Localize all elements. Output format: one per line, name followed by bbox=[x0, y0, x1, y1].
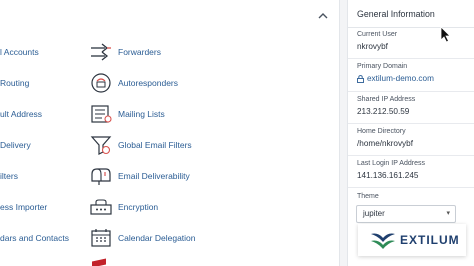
lock-icon bbox=[357, 74, 364, 83]
encryption-link[interactable]: Encryption bbox=[88, 194, 158, 220]
divider bbox=[348, 91, 474, 92]
email-routing-link[interactable]: Routing bbox=[0, 70, 29, 96]
encryption-label: Encryption bbox=[118, 202, 159, 212]
shared-ip-value: 213.212.50.59 bbox=[357, 107, 410, 116]
autoresponders-label: Autoresponders bbox=[118, 78, 179, 88]
track-delivery-label: Delivery bbox=[0, 140, 31, 150]
divider bbox=[348, 155, 474, 156]
divider bbox=[348, 58, 474, 59]
email-accounts-label: l Accounts bbox=[0, 47, 39, 57]
forwarders-icon bbox=[88, 39, 114, 65]
current-user-label: Current User bbox=[357, 31, 398, 38]
email-deliverability-label: Email Deliverability bbox=[118, 171, 190, 181]
global-email-filters-label: Global Email Filters bbox=[118, 140, 192, 150]
email-filters-link[interactable]: ilters bbox=[0, 163, 18, 189]
primary-domain-link[interactable]: extilum-demo.com bbox=[357, 74, 434, 83]
global-email-filters-link[interactable]: Global Email Filters bbox=[88, 132, 192, 158]
theme-select[interactable]: jupiter ▾ bbox=[356, 205, 456, 223]
default-address-label: ult Address bbox=[0, 109, 43, 119]
home-directory-value: /home/nkrovybf bbox=[357, 139, 413, 148]
theme-select-value: jupiter bbox=[363, 209, 385, 218]
track-delivery-link[interactable]: Delivery bbox=[0, 132, 31, 158]
theme-block: Theme bbox=[357, 193, 379, 200]
next-icon-partial bbox=[92, 258, 106, 266]
last-login-value: 141.136.161.245 bbox=[357, 171, 419, 180]
home-directory-block: Home Directory /home/nkrovybf bbox=[357, 128, 413, 148]
collapse-section-button[interactable] bbox=[316, 8, 330, 22]
calendar-icon bbox=[88, 225, 114, 251]
forwarders-link[interactable]: Forwarders bbox=[88, 39, 161, 65]
email-section-panel: l Accounts Routing ult Address Delivery … bbox=[0, 0, 340, 266]
calendars-contacts-label: dars and Contacts bbox=[0, 233, 69, 243]
current-user-value: nkrovybf bbox=[357, 42, 388, 51]
extilum-logo-card: EXTILUM bbox=[358, 224, 466, 256]
extilum-logo-text: EXTILUM bbox=[400, 233, 460, 247]
email-filters-icon bbox=[88, 132, 114, 158]
theme-label: Theme bbox=[357, 193, 379, 200]
last-login-block: Last Login IP Address 141.136.161.245 bbox=[357, 160, 425, 180]
mailing-lists-link[interactable]: Mailing Lists bbox=[88, 101, 165, 127]
home-directory-label: Home Directory bbox=[357, 128, 406, 135]
primary-domain-value: extilum-demo.com bbox=[367, 74, 434, 83]
calendar-delegation-link[interactable]: Calendar Delegation bbox=[88, 225, 196, 251]
mouse-cursor-icon bbox=[440, 26, 451, 43]
mailing-lists-label: Mailing Lists bbox=[118, 109, 165, 119]
calendar-delegation-label: Calendar Delegation bbox=[118, 233, 196, 243]
calendars-contacts-link[interactable]: dars and Contacts bbox=[0, 225, 69, 251]
email-routing-label: Routing bbox=[0, 78, 30, 88]
primary-domain-label: Primary Domain bbox=[357, 63, 408, 70]
last-login-label: Last Login IP Address bbox=[357, 160, 425, 167]
encryption-icon bbox=[88, 194, 114, 220]
general-information-title: General Information bbox=[348, 0, 474, 28]
divider bbox=[348, 123, 474, 124]
default-address-link[interactable]: ult Address bbox=[0, 101, 42, 127]
forwarders-label: Forwarders bbox=[118, 47, 161, 57]
current-user-block: Current User nkrovybf bbox=[357, 31, 397, 51]
mailing-lists-icon bbox=[88, 101, 114, 127]
shared-ip-block: Shared IP Address 213.212.50.59 bbox=[357, 96, 415, 116]
autoresponders-icon bbox=[88, 70, 114, 96]
email-filters-label: ilters bbox=[0, 171, 18, 181]
primary-domain-block: Primary Domain extilum-demo.com bbox=[357, 63, 434, 83]
extilum-logo-icon bbox=[371, 233, 395, 249]
email-accounts-link[interactable]: l Accounts bbox=[0, 39, 39, 65]
email-deliverability-link[interactable]: Email Deliverability bbox=[88, 163, 190, 189]
mailbox-icon bbox=[88, 163, 114, 189]
divider bbox=[348, 187, 474, 188]
autoresponders-link[interactable]: Autoresponders bbox=[88, 70, 178, 96]
shared-ip-label: Shared IP Address bbox=[357, 96, 416, 103]
address-importer-link[interactable]: ess Importer bbox=[0, 194, 47, 220]
chevron-down-icon: ▾ bbox=[446, 210, 450, 217]
address-importer-label: ess Importer bbox=[0, 202, 48, 212]
chevron-up-icon bbox=[318, 12, 328, 18]
